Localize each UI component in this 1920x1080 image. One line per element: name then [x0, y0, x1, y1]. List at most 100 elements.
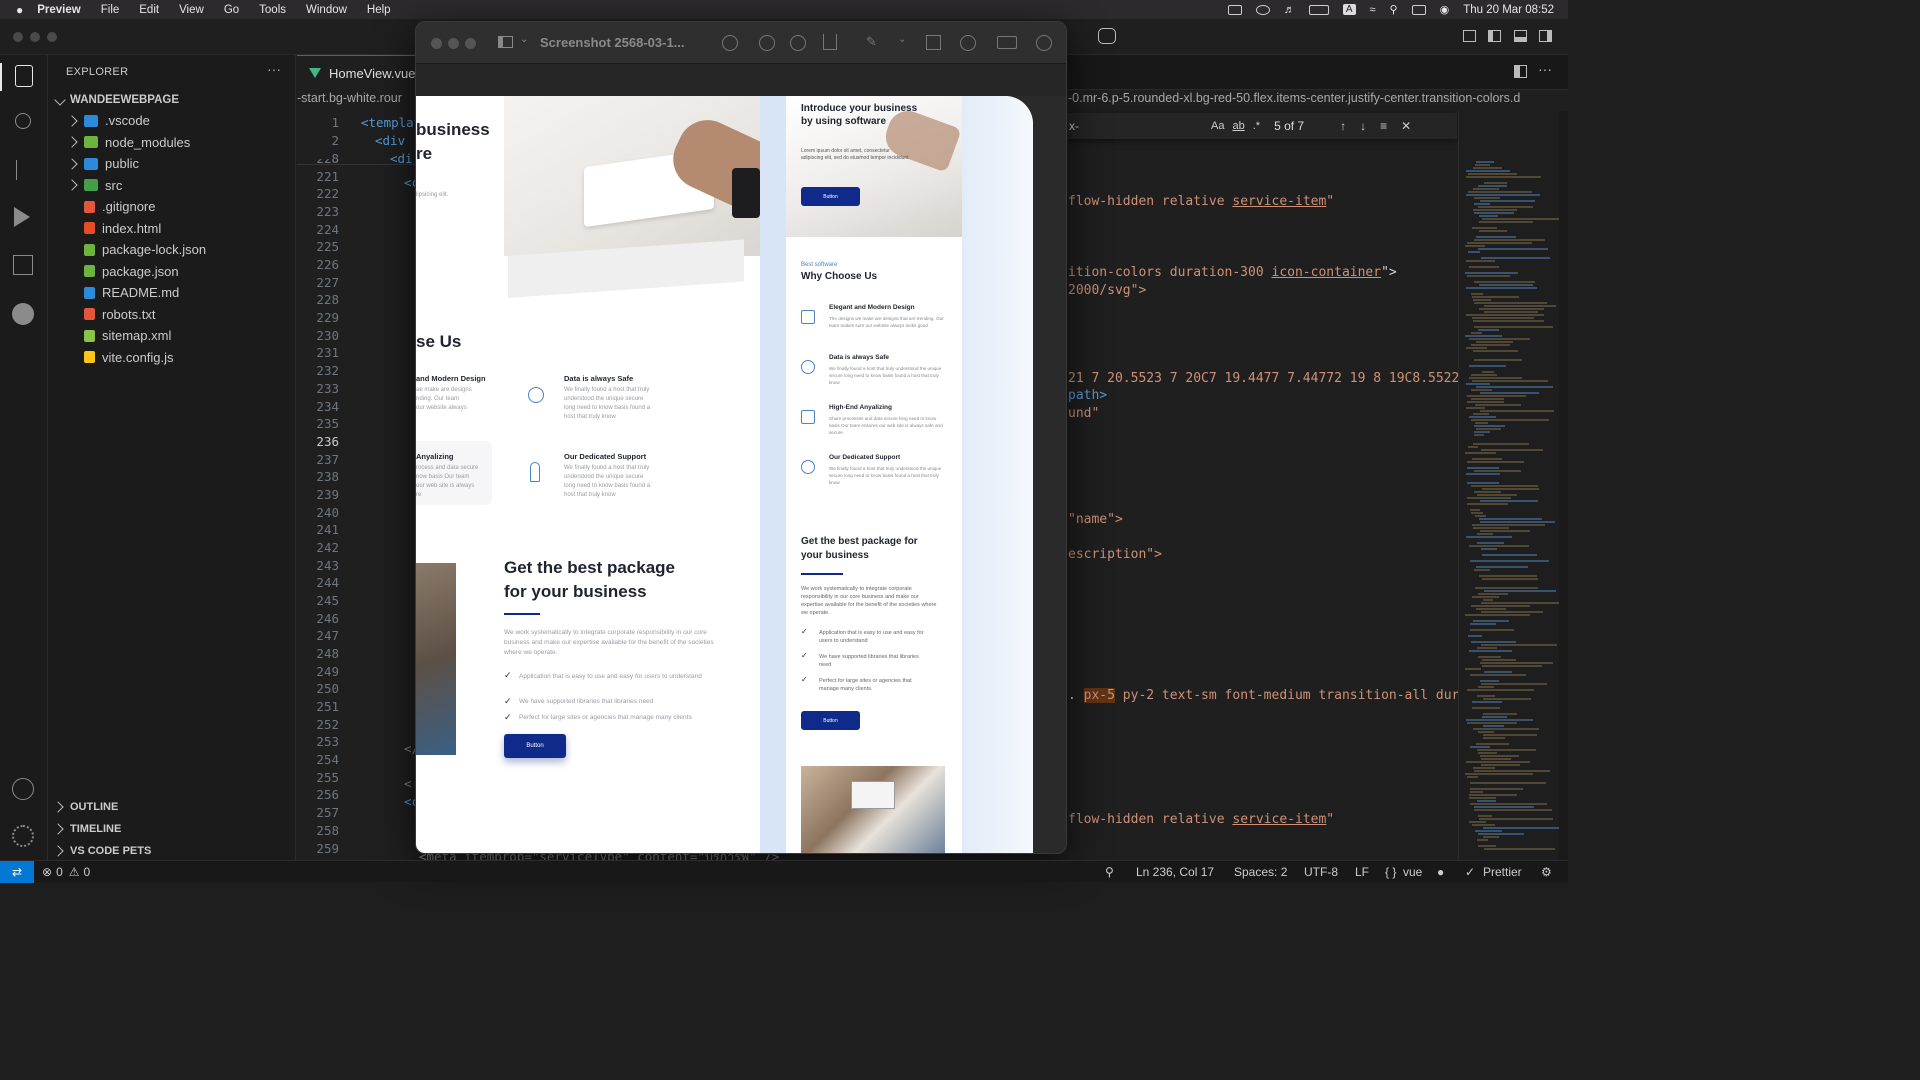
code-fragment[interactable]: <	[404, 776, 412, 791]
spotlight-icon[interactable]: ⚲	[1390, 3, 1398, 16]
chat-icon[interactable]	[1255, 4, 1270, 15]
tree-file[interactable]: index.html	[48, 218, 296, 239]
remote-indicator-icon[interactable]: ⇄	[0, 860, 34, 883]
search-icon[interactable]	[1036, 35, 1052, 51]
rotate-icon[interactable]	[926, 35, 941, 50]
regex-toggle[interactable]: .*	[1253, 120, 1260, 132]
section-outline[interactable]: OUTLINE	[48, 796, 296, 817]
settings-gear-icon[interactable]	[12, 825, 34, 847]
copilot-icon[interactable]	[1098, 28, 1116, 44]
sticky-code[interactable]: <templat	[361, 115, 421, 130]
extensions-icon[interactable]	[13, 255, 33, 275]
account-icon[interactable]	[12, 778, 34, 800]
siri-icon[interactable]: ◉	[1440, 3, 1450, 16]
tree-folder[interactable]: src	[48, 175, 296, 196]
cursor-position[interactable]: Ln 236, Col 17	[1136, 861, 1214, 883]
input-source-icon[interactable]: A	[1342, 4, 1356, 15]
info-icon[interactable]	[722, 35, 738, 51]
root-folder[interactable]: WANDEEWEBPAGE	[48, 89, 296, 110]
volume-icon[interactable]: ♬	[1284, 4, 1295, 16]
right-hero-button[interactable]: Button	[801, 187, 860, 206]
next-match-icon[interactable]: ↓	[1360, 119, 1366, 133]
error-icon[interactable]: ⊗	[42, 865, 52, 879]
customize-layout-icon[interactable]	[1463, 30, 1476, 42]
warning-icon[interactable]: ⚠	[69, 865, 80, 879]
tree-file[interactable]: vite.config.js	[48, 347, 296, 368]
minimap[interactable]	[1458, 111, 1568, 860]
tree-file[interactable]: package-lock.json	[48, 239, 296, 260]
menu-app-name[interactable]: Preview	[37, 4, 80, 16]
battery-icon[interactable]	[1308, 4, 1329, 15]
sidebar-toggle-icon[interactable]	[498, 36, 513, 48]
window-zoom-button[interactable]	[47, 32, 57, 42]
section-vscode-pets[interactable]: VS CODE PETS	[48, 840, 296, 861]
error-count[interactable]: 0	[56, 865, 63, 879]
zoom-icon[interactable]: ⚲	[1105, 861, 1114, 883]
tree-file[interactable]: sitemap.xml	[48, 325, 296, 346]
warning-count[interactable]: 0	[84, 865, 91, 879]
toggle-panel-icon[interactable]	[1514, 30, 1527, 42]
menu-edit[interactable]: Edit	[139, 4, 159, 16]
screenshot-canvas[interactable]: business re lipsicing elit. se Us and Mo…	[416, 96, 1033, 853]
search-icon[interactable]	[15, 113, 31, 129]
code-visible-right[interactable]: flow-hidden relative service-item" ition…	[1068, 55, 1458, 860]
form-fill-icon[interactable]	[997, 36, 1017, 49]
preview-minimize-button[interactable]	[448, 38, 459, 49]
run-debug-icon[interactable]	[14, 207, 30, 227]
share-icon[interactable]	[823, 34, 837, 50]
tree-file[interactable]: package.json	[48, 261, 296, 282]
menu-go[interactable]: Go	[224, 4, 239, 16]
chevron-down-icon[interactable]: ⌄	[520, 34, 528, 45]
breadcrumb-left[interactable]: -start.bg-white.rour	[297, 91, 402, 105]
sticky-code[interactable]: <div	[375, 133, 405, 148]
right-button[interactable]: Button	[801, 711, 860, 730]
menubar-clock[interactable]: Thu 20 Mar 08:52	[1463, 4, 1554, 16]
toggle-primary-sidebar-icon[interactable]	[1488, 30, 1501, 42]
menu-view[interactable]: View	[179, 4, 204, 16]
breadcrumb[interactable]: -start.bg-white.rour	[297, 91, 402, 111]
preview-close-button[interactable]	[431, 38, 442, 49]
notion-icon[interactable]	[1227, 4, 1242, 15]
zoom-out-icon[interactable]	[759, 35, 775, 51]
annotate-icon[interactable]	[960, 35, 976, 51]
tree-file[interactable]: .gitignore	[48, 196, 296, 217]
split-editor-icon[interactable]	[1514, 65, 1527, 78]
editor-more-icon[interactable]: ···	[1538, 61, 1552, 77]
source-control-icon[interactable]	[16, 160, 32, 180]
whole-word-toggle[interactable]: ab	[1232, 120, 1244, 132]
menu-file[interactable]: File	[101, 4, 120, 16]
vertical-scrollbar[interactable]	[1559, 111, 1568, 860]
formatter[interactable]: Prettier	[1483, 861, 1522, 883]
tree-file[interactable]: README.md	[48, 282, 296, 303]
tree-folder[interactable]: node_modules	[48, 132, 296, 153]
wifi-icon[interactable]: ≈	[1370, 4, 1376, 16]
remote-explorer-icon[interactable]	[12, 303, 34, 325]
preview-document-title[interactable]: Screenshot 2568-03-1...	[540, 35, 685, 50]
tree-file[interactable]: robots.txt	[48, 304, 296, 325]
markup-pen-icon[interactable]: ✎	[866, 34, 877, 50]
apple-icon[interactable]: ●	[16, 3, 23, 17]
toggle-secondary-sidebar-icon[interactable]	[1539, 30, 1552, 42]
tree-folder[interactable]: public	[48, 153, 296, 174]
find-in-selection-icon[interactable]: ≡	[1380, 119, 1387, 133]
line-ending[interactable]: LF	[1355, 861, 1369, 883]
preview-zoom-button[interactable]	[465, 38, 476, 49]
zoom-in-icon[interactable]	[790, 35, 806, 51]
match-case-toggle[interactable]: Aa	[1211, 120, 1224, 132]
menu-help[interactable]: Help	[367, 4, 391, 16]
explorer-icon[interactable]	[15, 65, 33, 87]
menu-tools[interactable]: Tools	[259, 4, 286, 16]
previous-match-icon[interactable]: ↑	[1340, 119, 1346, 133]
window-close-button[interactable]	[13, 32, 23, 42]
tab-homeview[interactable]: HomeView.vue	[297, 55, 430, 90]
indentation[interactable]: Spaces: 2	[1234, 861, 1287, 883]
encoding[interactable]: UTF-8	[1304, 861, 1338, 883]
chevron-down-icon[interactable]: ⌄	[898, 34, 906, 45]
tree-folder[interactable]: .vscode	[48, 110, 296, 131]
close-find-icon[interactable]: ✕	[1401, 119, 1411, 133]
window-minimize-button[interactable]	[30, 32, 40, 42]
more-actions-icon[interactable]: ···	[267, 61, 281, 77]
copilot-status-icon[interactable]: ●	[1437, 861, 1444, 883]
control-center-icon[interactable]	[1411, 4, 1426, 15]
find-input[interactable]: x-	[1069, 119, 1209, 133]
